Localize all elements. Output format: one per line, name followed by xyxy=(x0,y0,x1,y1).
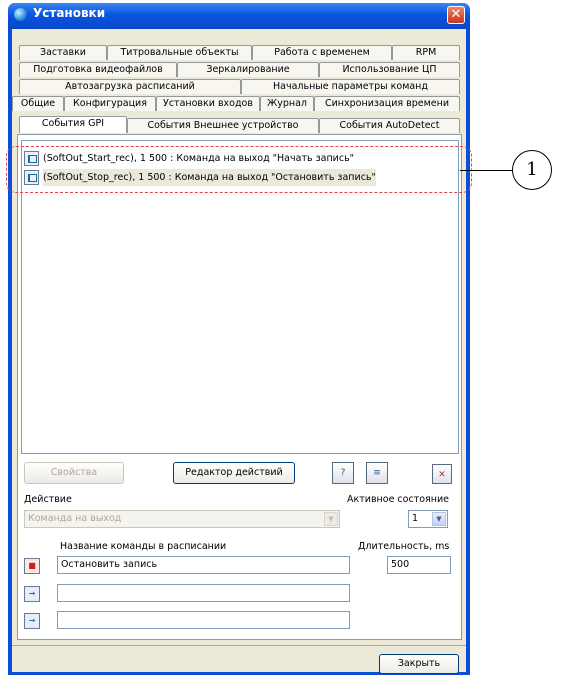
tab-external-device-events[interactable]: События Внешнее устройство xyxy=(127,118,319,133)
close-window-button[interactable]: ✕ xyxy=(447,6,465,24)
action-label: Действие xyxy=(24,494,72,505)
callout-number: 1 xyxy=(512,150,552,190)
edit-event-icon[interactable]: ? xyxy=(332,462,354,484)
callout-highlight xyxy=(6,146,472,193)
tab-rpm[interactable]: RPM xyxy=(392,45,460,60)
tab-time-sync[interactable]: Синхронизация времени xyxy=(314,96,460,111)
tab-gpi-events[interactable]: События GPI xyxy=(19,116,127,133)
action-select-value: Команда на выход xyxy=(28,513,122,524)
tab-general[interactable]: Общие xyxy=(12,96,64,111)
duration-field[interactable]: 500 xyxy=(387,556,451,574)
delete-icon[interactable]: ✕ xyxy=(432,464,452,484)
tab-splash[interactable]: Заставки xyxy=(19,45,107,60)
active-state-label: Активное состояние xyxy=(347,494,449,505)
active-state-select[interactable]: 1 ▼ xyxy=(408,510,448,528)
command-name-field[interactable]: Остановить запись xyxy=(57,556,350,574)
tab-video-prep[interactable]: Подготовка видеофайлов xyxy=(19,62,177,77)
window-title: Установки xyxy=(33,6,106,20)
command-icon[interactable]: → xyxy=(24,613,40,629)
tab-input-settings[interactable]: Установки входов xyxy=(156,96,260,111)
tab-schedule-autoload[interactable]: Автозагрузка расписаний xyxy=(19,79,241,94)
stop-command-icon[interactable]: ■ xyxy=(24,558,40,574)
chevron-down-icon: ▼ xyxy=(324,512,338,526)
tab-mirroring[interactable]: Зеркалирование xyxy=(177,62,319,77)
chevron-down-icon: ▼ xyxy=(432,512,446,526)
properties-button[interactable]: Свойства xyxy=(24,462,124,484)
tab-time-work[interactable]: Работа с временем xyxy=(252,45,392,60)
action-editor-button[interactable]: Редактор действий xyxy=(173,462,295,484)
callout-leader xyxy=(460,170,513,171)
active-state-value: 1 xyxy=(412,513,419,524)
command-name-field[interactable] xyxy=(57,584,350,602)
tab-autodetect-events[interactable]: События AutoDetect xyxy=(319,118,460,133)
duration-header: Длительность, ms xyxy=(358,541,450,552)
divider xyxy=(12,645,466,646)
close-button[interactable]: Закрыть xyxy=(379,654,459,674)
tab-command-params[interactable]: Начальные параметры команд xyxy=(241,79,460,94)
action-select[interactable]: Команда на выход ▼ xyxy=(24,510,340,528)
command-icon[interactable]: → xyxy=(24,586,40,602)
command-name-header: Название команды в расписании xyxy=(60,541,227,552)
tab-journal[interactable]: Журнал xyxy=(260,96,314,111)
event-list-icon[interactable]: ≡ xyxy=(366,462,388,484)
tab-configuration[interactable]: Конфигурация xyxy=(64,96,156,111)
tab-title-objects[interactable]: Титровальные объекты xyxy=(107,45,252,60)
tab-cpu-usage[interactable]: Использование ЦП xyxy=(319,62,460,77)
globe-icon xyxy=(14,8,27,21)
command-name-field[interactable] xyxy=(57,611,350,629)
